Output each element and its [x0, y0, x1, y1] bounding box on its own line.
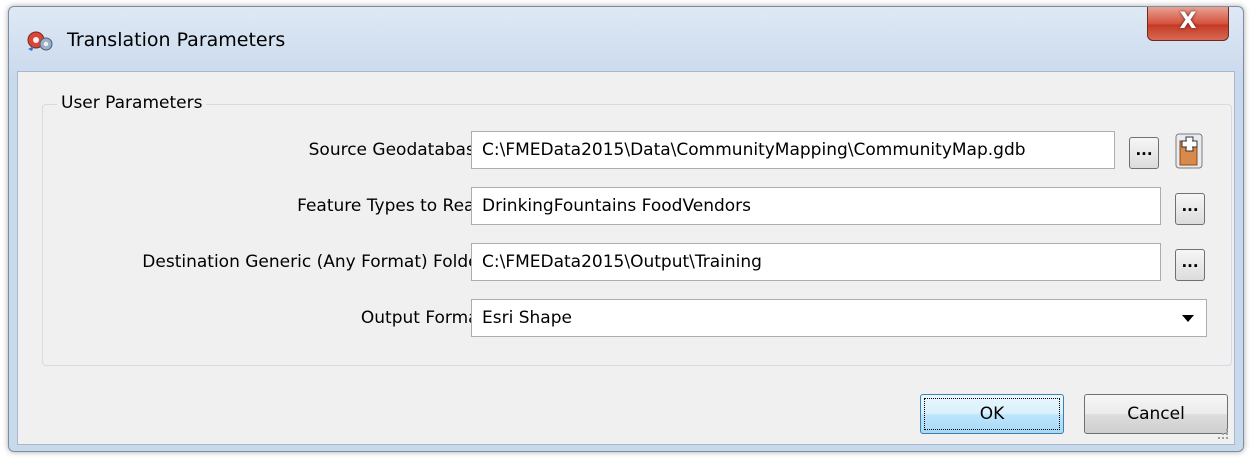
- chevron-down-icon[interactable]: [1182, 315, 1194, 322]
- feature-types-label-cell: Feature Types to Read:: [67, 187, 491, 225]
- close-icon: X: [1179, 9, 1197, 34]
- output-format-label-cell: Output Format:: [67, 299, 491, 337]
- source-geodatabase-label: Source Geodatabase:: [308, 140, 491, 160]
- dialog-body: User Parameters Source Geodatabase: C:\F…: [17, 71, 1235, 445]
- window-title: Translation Parameters: [67, 29, 286, 51]
- cancel-button-label: Cancel: [1127, 404, 1185, 424]
- source-geodatabase-label-cell: Source Geodatabase:: [67, 131, 491, 169]
- title-bar[interactable]: Translation Parameters X: [9, 7, 1243, 71]
- output-format-select[interactable]: Esri Shape: [471, 299, 1207, 337]
- cancel-button[interactable]: Cancel: [1084, 394, 1228, 434]
- ok-button[interactable]: OK: [920, 394, 1064, 434]
- translation-parameters-dialog: Translation Parameters X User Parameters…: [8, 6, 1244, 452]
- fme-translation-icon: [25, 29, 55, 53]
- destination-folder-label-cell: Destination Generic (Any Format) Folder:: [67, 243, 491, 281]
- source-geodatabase-field[interactable]: C:\FMEData2015\Data\CommunityMapping\Com…: [471, 131, 1115, 169]
- feature-types-field[interactable]: DrinkingFountains FoodVendors: [471, 187, 1161, 225]
- source-geodatabase-browse-button[interactable]: ...: [1129, 137, 1159, 169]
- destination-folder-browse-button[interactable]: ...: [1175, 249, 1205, 281]
- output-format-value: Esri Shape: [482, 308, 572, 328]
- destination-folder-field[interactable]: C:\FMEData2015\Output\Training: [471, 243, 1161, 281]
- resize-grip-icon[interactable]: [1216, 426, 1230, 440]
- destination-folder-label: Destination Generic (Any Format) Folder:: [142, 252, 491, 272]
- user-parameters-group: User Parameters Source Geodatabase: C:\F…: [42, 93, 1232, 366]
- group-title: User Parameters: [57, 93, 207, 113]
- add-file-icon[interactable]: [1175, 133, 1203, 169]
- close-button[interactable]: X: [1147, 7, 1229, 41]
- feature-types-label: Feature Types to Read:: [297, 196, 491, 216]
- focus-ring: [924, 398, 1060, 430]
- feature-types-browse-button[interactable]: ...: [1175, 193, 1205, 225]
